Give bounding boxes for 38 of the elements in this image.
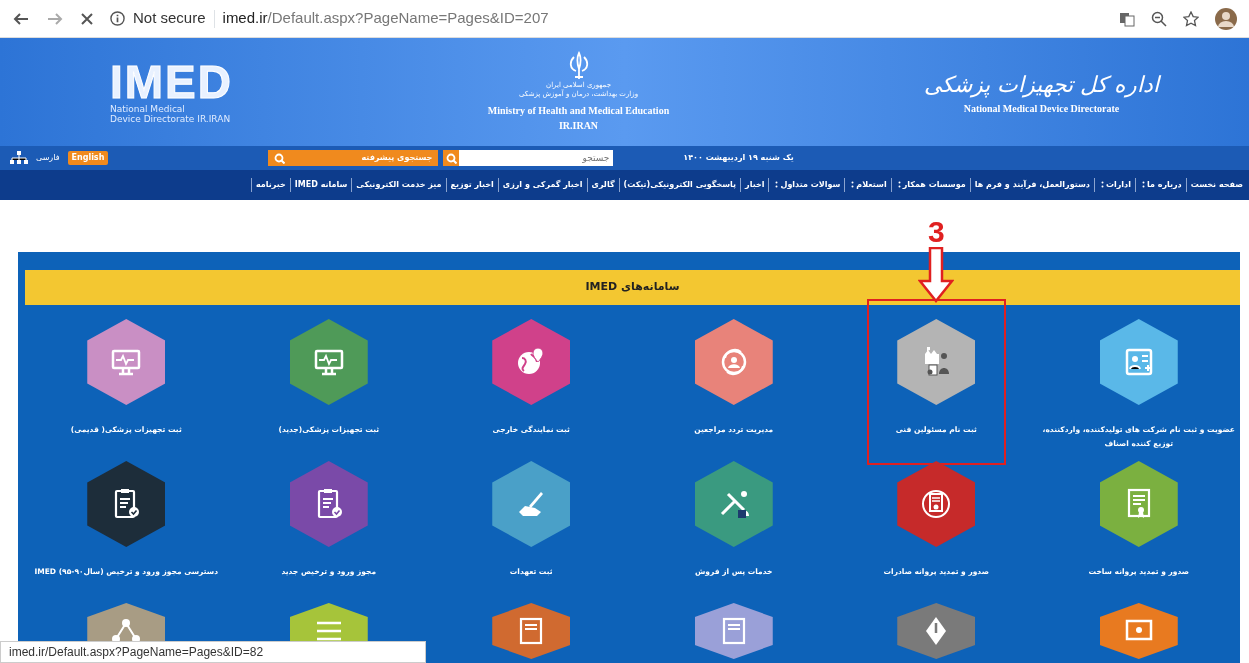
link-preview-tooltip: imed.ir/Default.aspx?PageName=Pages&ID=82 <box>0 641 426 663</box>
nav-link[interactable]: اخبار <box>740 178 769 192</box>
nav-link[interactable]: استعلام <box>844 178 891 192</box>
avatar-icon[interactable] <box>1215 7 1237 30</box>
star-icon[interactable] <box>1183 10 1199 27</box>
nav-link[interactable]: اخبار گمرکی و ارزی <box>497 178 587 192</box>
nav-link[interactable]: دستورالعمل، فرآیند و فرم ها <box>969 178 1094 192</box>
nav-link[interactable]: میز خدمت الکترونیکی <box>351 178 446 192</box>
section-title: سامانه‌های IMED <box>585 279 680 296</box>
site-subtitle: National Medical Device Directorate <box>963 102 1120 116</box>
nav-link[interactable]: موسسات همکار <box>890 178 970 192</box>
nav-link[interactable]: سوالات متداول <box>768 178 845 192</box>
nav-link[interactable]: خبرنامه <box>251 178 290 192</box>
nav-link[interactable]: اخبار توزیع <box>445 178 498 192</box>
nav-link[interactable]: سامانه IMED <box>289 178 352 192</box>
stop-icon[interactable] <box>80 11 94 26</box>
zoom-icon[interactable] <box>1151 10 1167 27</box>
nav-link[interactable]: ادارات <box>1093 178 1135 192</box>
search-icon <box>274 152 286 164</box>
annotation-number: 3 <box>927 217 945 247</box>
nav-link[interactable]: گالری <box>586 178 619 192</box>
nav-link[interactable]: درباره ما <box>1134 178 1186 192</box>
country-name: IR.IRAN <box>558 119 599 134</box>
down-arrow-icon <box>918 247 955 303</box>
ministry-name: Ministry of Health and Medical Education <box>487 104 670 119</box>
search-icon <box>445 152 457 164</box>
hexagon-badge[interactable] <box>897 461 976 547</box>
address-bar-url[interactable]: imed.ir/Default.aspx?PageName=Pages&ID=207 <box>222 7 549 30</box>
logo-text: IMED <box>110 59 233 106</box>
info-icon[interactable] <box>110 11 125 26</box>
language-link[interactable]: فارسی <box>36 152 60 164</box>
date-text: یک شنبه ۱۹ اردیبهشت ۱۴۰۰ <box>683 152 794 164</box>
sitemap-icon[interactable] <box>10 151 28 165</box>
site-title: اداره کل تجهیزات پزشکی <box>924 71 1159 100</box>
nav-link[interactable]: پاسخگویی الکترونیکی(تیکت) <box>618 178 741 192</box>
security-label: Not secure <box>133 8 206 29</box>
logo-subtitle: National Medical Device Directorate IR.IRAN <box>110 105 232 125</box>
nav-link[interactable]: صفحه نخست <box>1185 178 1247 192</box>
